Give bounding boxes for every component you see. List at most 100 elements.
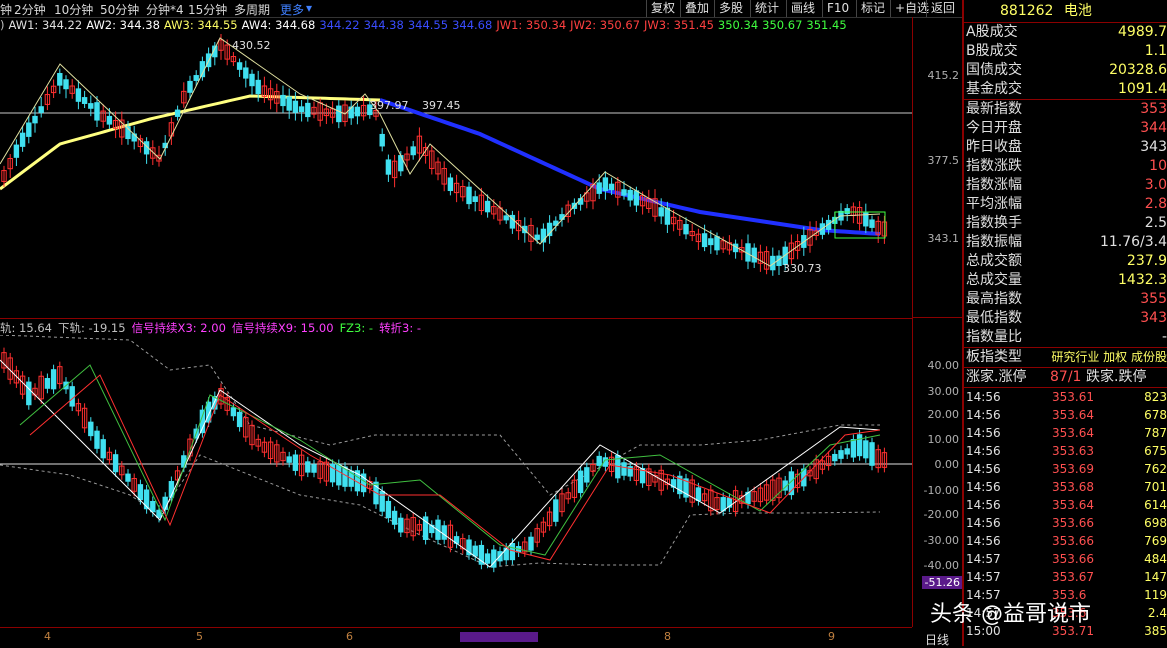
indicator-body — [856, 434, 863, 457]
date-axis: 4 5 6 7 8 9 — [0, 627, 912, 647]
stat-label: A股成交 — [966, 24, 1018, 40]
indicator-legend-item: 信号持续X9: 15.00 — [231, 321, 334, 335]
ma-legend-item: 350.67 — [762, 18, 803, 32]
indicator-tick: 0.00 — [934, 458, 960, 471]
ma-legend-item: JW1: 350.34 — [496, 18, 567, 32]
statistics-button[interactable]: 统计 — [750, 0, 783, 17]
period-4x-tab[interactable]: 分钟*4 — [146, 1, 184, 18]
period-toolbar: 钟 2分钟 10分钟 50分钟 分钟*4 15分钟 多周期 更多 ▾ 复权 叠加… — [0, 0, 962, 18]
tick-row: 14:56 353.64 787 — [964, 424, 1167, 442]
indicator-body — [336, 463, 342, 486]
indicator-body — [50, 369, 57, 390]
indicator-body — [236, 411, 243, 428]
candle-body — [466, 186, 472, 205]
tick-time: 14:56 — [966, 516, 1001, 530]
stat-row: 最新指数 353 — [964, 99, 1167, 119]
candle-body — [608, 183, 615, 191]
tick-time: 14:56 — [966, 462, 1001, 476]
stat-value: 10 — [1149, 158, 1167, 174]
trend-lines — [0, 37, 886, 267]
tick-time: 14:56 — [966, 480, 1001, 494]
indicator-chart[interactable] — [0, 335, 912, 627]
tick-price: 353.64 — [1052, 426, 1094, 440]
candle-body — [354, 106, 361, 117]
date-tick: 5 — [196, 630, 203, 643]
ma-legend-item: 344.22 — [319, 18, 360, 32]
period-15min-tab[interactable]: 15分钟 — [188, 1, 227, 18]
stat-row: 基金成交 1091.4 — [964, 80, 1167, 99]
indicator-body — [398, 517, 404, 533]
stat-label: 昨日收盘 — [966, 139, 1022, 155]
trend-zigzag — [0, 37, 881, 267]
indicator-body — [584, 467, 590, 483]
chevron-down-icon[interactable]: ▾ — [306, 1, 312, 15]
candle-body — [57, 72, 63, 86]
tick-volume: 119 — [1144, 588, 1167, 602]
indicator-tick: -40.00 — [923, 559, 959, 572]
tick-volume: 385 — [1144, 624, 1167, 638]
candle-body — [447, 177, 454, 192]
mark-button[interactable]: 标记 — [856, 0, 889, 17]
period-label[interactable]: 日线 — [912, 631, 962, 648]
f10-button[interactable]: F10 — [822, 0, 853, 17]
overlay-button[interactable]: 叠加 — [680, 0, 713, 17]
stat-label: 指数振幅 — [966, 234, 1022, 250]
tick-time: 14:57 — [966, 570, 1001, 584]
tick-volume: 2.4 — [1147, 606, 1167, 620]
board-type-label: 板指类型 — [966, 349, 1022, 365]
candle-body — [633, 190, 640, 206]
candle-body — [484, 200, 491, 213]
draw-line-button[interactable]: 画线 — [786, 0, 819, 17]
candle-body — [596, 182, 602, 194]
ma-line-yellow — [0, 94, 381, 191]
tick-price: 353.68 — [1052, 480, 1094, 494]
candle-body — [336, 105, 342, 123]
stat-value: 11.76/3.4 — [1099, 234, 1167, 250]
stat-value: 2.8 — [1144, 196, 1167, 212]
tick-volume: 484 — [1144, 552, 1167, 566]
period-2min-tab[interactable]: 2分钟 — [14, 1, 46, 18]
indicator-body — [311, 464, 317, 473]
indicator-body — [503, 547, 509, 561]
stat-label: 今日开盘 — [966, 120, 1022, 136]
tick-volume: 614 — [1144, 498, 1167, 512]
candle-body — [472, 196, 478, 202]
tick-volume: 701 — [1144, 480, 1167, 494]
ma-legend-item: AW3: 344.55 — [163, 18, 238, 32]
indicator-body — [100, 439, 106, 459]
ma-legend-item: 351.45 — [806, 18, 847, 32]
candle-body — [94, 102, 100, 121]
indicator-body — [720, 497, 726, 512]
candle-body — [658, 207, 664, 217]
restore-rights-button[interactable]: 复权 — [646, 0, 679, 17]
stat-value: 1432.3 — [1118, 272, 1167, 288]
stat-row: 平均涨幅 2.8 — [964, 195, 1167, 214]
tick-price: 353.64 — [1052, 498, 1094, 512]
indicator-legend-item: 转折3: - — [379, 321, 422, 335]
candle-body — [286, 96, 292, 111]
period-50min-tab[interactable]: 50分钟 — [100, 1, 139, 18]
period-10min-tab[interactable]: 10分钟 — [54, 1, 93, 18]
candlestick-chart[interactable]: 430.52 397.97 397.45 330.73 — [0, 34, 912, 317]
ma-legend-item: 344.68 — [452, 18, 493, 32]
stat-label: 指数量比 — [966, 329, 1022, 345]
pane-divider — [0, 318, 912, 319]
scroll-position-marker[interactable] — [460, 632, 538, 642]
multi-period-tab[interactable]: 多周期 — [234, 1, 270, 18]
back-button[interactable]: 返回 — [926, 0, 959, 17]
period-1min-tab[interactable]: 钟 — [0, 1, 12, 18]
candle-body — [32, 115, 38, 124]
more-periods-dropdown[interactable]: 更多 — [280, 1, 304, 18]
board-type-row: 板指类型 研究行业 加权 成份股 — [964, 347, 1167, 367]
date-tick: 8 — [664, 630, 671, 643]
stat-row: 国债成交 20328.6 — [964, 61, 1167, 80]
indicator-body — [441, 525, 447, 540]
indicator-legend-item: 信号持续X3: 2.00 — [131, 321, 226, 335]
multi-stock-button[interactable]: 多股 — [714, 0, 747, 17]
tick-volume: 698 — [1144, 516, 1167, 530]
indicator-body — [528, 536, 534, 551]
tick-row: 14:56 353.64 678 — [964, 406, 1167, 424]
tick-price: 353.63 — [1052, 444, 1094, 458]
indicator-body — [484, 553, 491, 564]
indicator-body — [125, 473, 131, 482]
